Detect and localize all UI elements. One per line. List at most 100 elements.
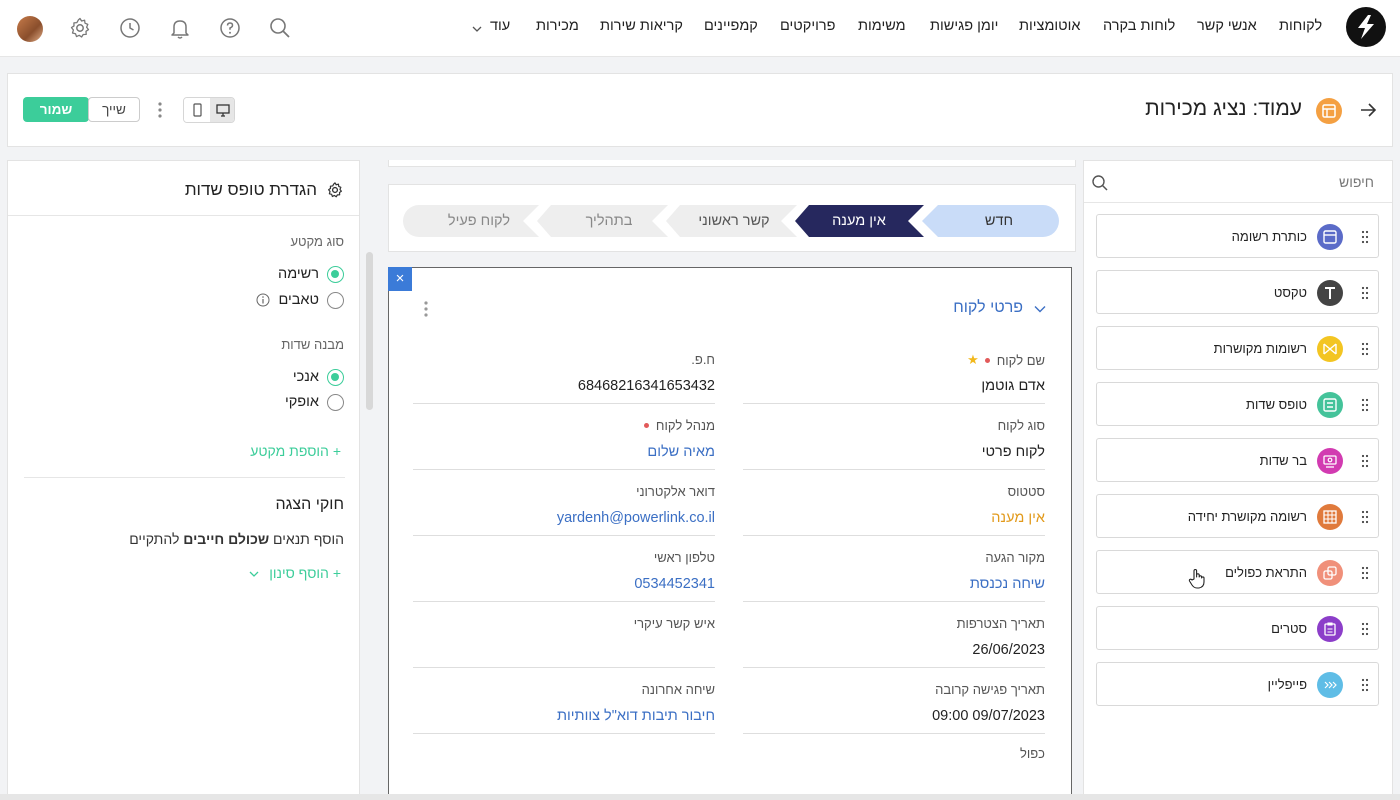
assign-button[interactable]: שייך (88, 97, 140, 122)
radio-button-selected[interactable] (327, 368, 344, 386)
component-single-linked-record[interactable]: רשומה מקושרת יחידה (1096, 494, 1379, 538)
drag-handle-icon[interactable] (1361, 342, 1369, 356)
text-icon (1317, 280, 1343, 306)
component-fields-bar[interactable]: בר שדות (1096, 438, 1379, 482)
divider (8, 215, 359, 216)
clock-icon[interactable] (118, 16, 142, 40)
component-text[interactable]: טקסט (1096, 270, 1379, 314)
field-account-manager[interactable]: מנהל לקוח מאיה שלום (413, 404, 715, 470)
field-join-date[interactable]: תאריך הצטרפות 26/06/2023 (743, 602, 1045, 668)
component-duplicates-alert[interactable]: התראת כפולים (1096, 550, 1379, 594)
fields-form-icon (1317, 392, 1343, 418)
drag-handle-icon[interactable] (1361, 622, 1369, 636)
drag-handle-icon[interactable] (1361, 398, 1369, 412)
settings-gear-icon[interactable] (68, 16, 92, 40)
radio-button[interactable] (327, 291, 344, 309)
stage-label: קשר ראשוני (698, 213, 770, 229)
nav-calendar[interactable]: יומן פגישות (930, 18, 998, 34)
component-pipeline[interactable]: פייפליין (1096, 662, 1379, 706)
radio-button-selected[interactable] (327, 265, 344, 283)
radio-label: אופקי (284, 394, 319, 410)
add-section-link[interactable]: + הוספת מקטע (250, 443, 341, 459)
info-icon[interactable] (256, 293, 270, 307)
component-label: רשומה מקושרת יחידה (1187, 509, 1307, 524)
drag-handle-icon[interactable] (1361, 454, 1369, 468)
chevron-down-icon[interactable] (472, 26, 482, 33)
divider (1084, 202, 1392, 203)
nav-service-calls[interactable]: קריאות שירות (600, 18, 683, 34)
display-rules-description: הוסף תנאים שכולם חייבים להתקיים (129, 531, 344, 547)
mobile-view-button[interactable] (184, 98, 210, 122)
radio-list[interactable]: רשימה (278, 264, 344, 284)
section-title[interactable]: פרטי לקוח (953, 299, 1023, 317)
add-filter-link[interactable]: + הוסף סינון (249, 565, 341, 581)
component-record-title[interactable]: כותרת רשומה (1096, 214, 1379, 258)
nav-projects[interactable]: פרויקטים (780, 18, 835, 34)
nav-more[interactable]: עוד (490, 18, 510, 34)
drag-handle-icon[interactable] (1361, 566, 1369, 580)
linked-records-icon (1317, 336, 1343, 362)
drag-handle-icon[interactable] (1361, 510, 1369, 524)
search-icon[interactable] (1091, 174, 1109, 192)
search-input[interactable]: חיפוש (1339, 174, 1374, 190)
drag-handle-icon[interactable] (1361, 678, 1369, 692)
more-options-icon[interactable] (155, 100, 165, 120)
save-button[interactable]: שמור (23, 97, 89, 122)
nav-customers[interactable]: לקוחות (1279, 18, 1322, 34)
chevron-down-icon (249, 571, 259, 577)
component-fields-form[interactable]: טופס שדות (1096, 382, 1379, 426)
nav-sales[interactable]: מכירות (536, 18, 579, 34)
bell-icon[interactable] (168, 16, 192, 40)
radio-button[interactable] (327, 393, 344, 411)
component-linked-records[interactable]: רשומות מקושרות (1096, 326, 1379, 370)
drag-handle-icon[interactable] (1361, 286, 1369, 300)
field-email[interactable]: דואר אלקטרוני yardenh@powerlink.co.il (413, 470, 715, 536)
more-options-icon[interactable] (422, 299, 430, 319)
logo[interactable] (1346, 7, 1386, 47)
field-company-id[interactable]: ח.פ. 68468216341653432 (413, 338, 715, 404)
horizontal-scrollbar[interactable] (0, 794, 1400, 800)
logo-mark-icon (1358, 15, 1374, 39)
field-main-contact[interactable]: איש קשר עיקרי (413, 602, 715, 668)
search-icon[interactable] (268, 16, 292, 40)
field-customer-name[interactable]: שם לקוח ★ אדם גוטמן (743, 338, 1045, 404)
drag-handle-icon[interactable] (1361, 230, 1369, 244)
required-dot (984, 357, 990, 363)
field-main-phone[interactable]: טלפון ראשי 0534452341 (413, 536, 715, 602)
components-panel: חיפוש כותרת רשומה טקסט רשומות מקושרות טו… (1083, 160, 1393, 800)
field-status[interactable]: סטטוס אין מענה (743, 470, 1045, 536)
user-avatar[interactable] (17, 16, 43, 42)
close-button[interactable]: × (388, 267, 412, 291)
nav-tasks[interactable]: משימות (858, 18, 906, 34)
component-label: בר שדות (1259, 453, 1307, 468)
radio-tabs[interactable]: טאבים (256, 290, 344, 310)
pipeline-icon (1317, 672, 1343, 698)
scrollbar[interactable] (366, 252, 373, 410)
chevron-down-icon[interactable] (1033, 302, 1047, 316)
display-rules-title: חוקי הצגה (275, 496, 345, 513)
component-stream[interactable]: סטרים (1096, 606, 1379, 650)
back-arrow-icon[interactable] (1359, 101, 1377, 119)
page-layout-icon (1316, 98, 1342, 124)
nav-automations[interactable]: אוטומציות (1019, 18, 1081, 34)
single-linked-record-icon (1317, 504, 1343, 530)
help-icon[interactable] (218, 16, 242, 40)
field-form-settings-panel: הגדרת טופס שדות סוג מקטע רשימה טאבים מבנ… (7, 160, 360, 800)
star-icon: ★ (967, 352, 979, 367)
customer-details-card: × פרטי לקוח שם לקוח ★ אדם גוטמן סוג לקוח … (388, 267, 1072, 800)
field-last-call[interactable]: שיחה אחרונה חיבור תיבות דוא"ל צוותיות (413, 668, 715, 734)
duplicates-alert-icon (1317, 560, 1343, 586)
field-lead-source[interactable]: מקור הגעה שיחה נכנסת (743, 536, 1045, 602)
section-stub (388, 160, 1076, 167)
field-next-meeting-date[interactable]: תאריך פגישה קרובה 09/07/2023 09:00 (743, 668, 1045, 734)
nav-contacts[interactable]: אנשי קשר (1197, 18, 1257, 34)
field-duplicate[interactable]: כפול (743, 732, 1045, 798)
desktop-view-button[interactable] (210, 98, 234, 122)
radio-vertical[interactable]: אנכי (293, 367, 344, 387)
radio-horizontal[interactable]: אופקי (285, 392, 344, 412)
nav-campaigns[interactable]: קמפיינים (704, 18, 758, 34)
top-navigation: לקוחות אנשי קשר לוחות בקרה אוטומציות יומ… (0, 0, 1400, 57)
field-customer-type[interactable]: סוג לקוח לקוח פרטי (743, 404, 1045, 470)
page-header: עמוד: נציג מכירות שמור שייך (7, 73, 1393, 147)
nav-dashboards[interactable]: לוחות בקרה (1103, 18, 1175, 34)
